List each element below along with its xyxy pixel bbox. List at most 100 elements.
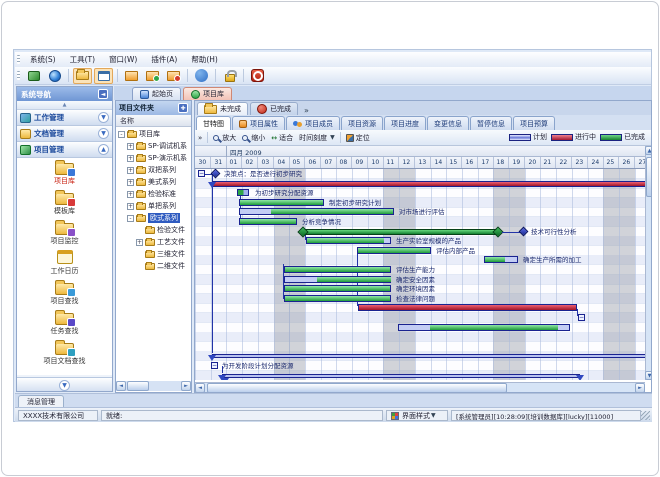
tree-node-6[interactable]: +单把系列 <box>116 200 191 212</box>
mail-new-button[interactable] <box>164 68 183 84</box>
help-button[interactable] <box>192 68 211 84</box>
detail-tab-7[interactable]: 项目预算 <box>513 116 555 130</box>
interface-style-button[interactable]: 界面样式 ▼ <box>386 410 448 421</box>
sidebar-item-5[interactable]: 任务查找 <box>17 308 112 338</box>
tab-overflow-chevron[interactable]: » <box>300 106 313 115</box>
tree-node-7[interactable]: -欧式系列 <box>116 212 191 224</box>
tree-column-header[interactable]: 名称 <box>116 115 191 127</box>
globe-button[interactable] <box>45 68 64 84</box>
mini-task-bar[interactable] <box>237 189 249 196</box>
detail-tab-1[interactable]: 项目属性 <box>232 116 285 130</box>
tree-node-0[interactable]: -项目库 <box>116 128 191 140</box>
sidebar-section-collapsed-partial[interactable]: ▼ <box>17 377 112 392</box>
task-bar[interactable] <box>239 218 297 225</box>
zoom-out-button[interactable]: 缩小 <box>239 133 268 143</box>
tree-node-1[interactable]: +SP-调试机系 <box>116 140 191 152</box>
menu-item-4[interactable]: 帮助(H) <box>184 53 225 66</box>
scroll-down-arrow[interactable]: ▼ <box>645 371 652 380</box>
toolbar-overflow-chevron[interactable]: » <box>195 134 205 142</box>
collapse-minus-icon[interactable]: - <box>118 131 125 138</box>
menu-item-3[interactable]: 插件(A) <box>144 53 184 66</box>
scroll-thumb[interactable] <box>127 381 149 391</box>
mail-check-button[interactable] <box>143 68 162 84</box>
menu-item-2[interactable]: 窗口(W) <box>102 53 144 66</box>
detail-tab-6[interactable]: 暂停信息 <box>470 116 512 130</box>
task-bar[interactable] <box>284 285 391 292</box>
window-button[interactable] <box>94 68 113 84</box>
chevron-down-icon[interactable]: ▼ <box>59 380 70 391</box>
expand-plus-icon[interactable]: + <box>127 179 134 186</box>
tree-node-5[interactable]: +检验标准 <box>116 188 191 200</box>
chevron-down-icon[interactable]: ▼ <box>98 112 109 123</box>
task-bar[interactable] <box>239 208 394 215</box>
task-bar-active[interactable] <box>358 304 577 311</box>
scroll-left-arrow[interactable]: ◄ <box>195 383 205 393</box>
detail-tab-4[interactable]: 项目进度 <box>384 116 426 130</box>
stop-button[interactable] <box>248 68 267 84</box>
chevron-up-icon[interactable]: ▲ <box>98 144 109 155</box>
summary-bar-plan[interactable] <box>212 354 645 358</box>
summary-bar-plan[interactable] <box>222 374 580 378</box>
task-bar[interactable] <box>484 256 518 263</box>
tree-node-10[interactable]: 三维文件 <box>116 248 191 260</box>
expand-plus-icon[interactable]: + <box>127 191 134 198</box>
menu-item-1[interactable]: 工具(T) <box>63 53 102 66</box>
gantt-horizontal-scrollbar[interactable]: ◄ ► <box>195 382 645 393</box>
toolbar-grip[interactable] <box>17 71 20 80</box>
expand-plus-icon[interactable]: + <box>127 203 134 210</box>
expand-plus-icon[interactable]: + <box>136 239 143 246</box>
task-bar[interactable] <box>357 247 431 254</box>
app-button[interactable] <box>24 68 43 84</box>
sidebar-collapse-strip[interactable]: ▲ <box>17 101 112 110</box>
task-bar[interactable] <box>284 295 391 302</box>
sidebar-item-2[interactable]: 项目监控 <box>17 218 112 248</box>
doc-tab-1[interactable]: 项目库 <box>183 87 232 100</box>
task-bar[interactable] <box>284 276 391 283</box>
expand-plus-icon[interactable]: + <box>127 143 134 150</box>
expand-plus-icon[interactable]: + <box>127 155 134 162</box>
timescale-dropdown[interactable]: 时间刻度▼ <box>296 133 338 143</box>
sidebar-section-document[interactable]: 文档管理 ▼ <box>17 126 112 142</box>
task-box-icon[interactable]: − <box>211 362 218 369</box>
chevron-down-icon[interactable]: ▼ <box>98 128 109 139</box>
task-bar[interactable] <box>239 199 324 206</box>
menu-item-0[interactable]: 系统(S) <box>23 53 63 66</box>
pin-icon[interactable]: ◄ <box>98 89 108 99</box>
tree-node-8[interactable]: 检验文件 <box>116 224 191 236</box>
tree-node-4[interactable]: +美式系列 <box>116 176 191 188</box>
scroll-thumb[interactable] <box>646 157 652 197</box>
scroll-thumb[interactable] <box>207 383 507 393</box>
gantt-chart[interactable]: −决策点：是否进行初步研究为初步研究分配资源制定初步研究计划对市场进行评估分析竞… <box>195 169 645 380</box>
task-bar[interactable] <box>306 237 391 244</box>
tree-node-2[interactable]: +SP-演示机系 <box>116 152 191 164</box>
sidebar-item-4[interactable]: 项目查找 <box>17 278 112 308</box>
fit-button[interactable]: ↔适合 <box>268 133 296 143</box>
sidebar-item-3[interactable]: 工作日历 <box>17 248 112 278</box>
lock-button[interactable] <box>220 68 239 84</box>
sidebar-item-1[interactable]: 模板库 <box>17 188 112 218</box>
summary-bar-active[interactable] <box>212 181 645 187</box>
detail-tab-3[interactable]: 项目资源 <box>341 116 383 130</box>
tree-node-11[interactable]: 二维文件 <box>116 260 191 272</box>
scroll-left-arrow[interactable]: ◄ <box>116 381 126 391</box>
sidebar-section-work[interactable]: 工作管理 ▼ <box>17 110 112 126</box>
task-bar[interactable] <box>398 324 570 331</box>
view-tab-1[interactable]: 已完成 <box>250 102 298 115</box>
sidebar-item-6[interactable]: 项目文档查找 <box>17 338 112 368</box>
tree-node-9[interactable]: +工艺文件 <box>116 236 191 248</box>
detail-tab-5[interactable]: 变更信息 <box>427 116 469 130</box>
view-tab-0[interactable]: 未完成 <box>197 102 248 115</box>
task-bar[interactable] <box>284 266 391 273</box>
tree-horizontal-scrollbar[interactable]: ◄ ► <box>116 381 191 391</box>
collapse-minus-icon[interactable]: - <box>127 215 134 222</box>
task-box-icon[interactable]: − <box>198 170 205 177</box>
zoom-in-button[interactable]: 放大 <box>210 133 239 143</box>
scroll-up-arrow[interactable]: ▲ <box>645 146 652 155</box>
pin-icon[interactable]: ✚ <box>178 103 188 113</box>
scroll-right-arrow[interactable]: ► <box>181 381 191 391</box>
folder-button[interactable] <box>73 68 92 84</box>
expand-plus-icon[interactable]: + <box>127 167 134 174</box>
task-box-icon[interactable]: − <box>578 314 585 321</box>
locate-button[interactable]: 定位 <box>343 133 373 143</box>
gantt-vertical-scrollbar[interactable]: ▲ ▼ <box>645 146 652 380</box>
